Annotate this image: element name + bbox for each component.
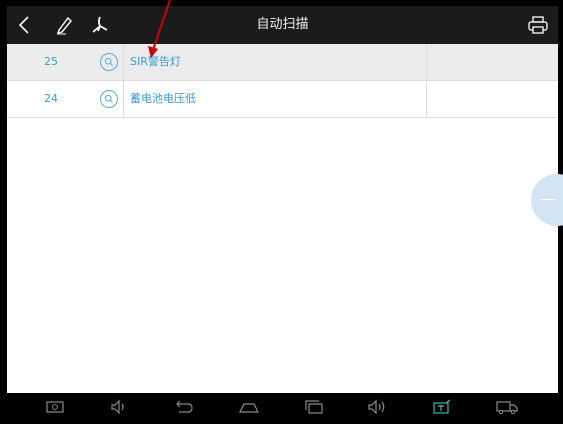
top-action-bar: 自动扫描: [7, 6, 558, 44]
pencil-icon: [56, 16, 72, 35]
column-divider: [426, 44, 427, 80]
dtc-description: 蓄电池电压低: [130, 92, 196, 105]
dtc-detail-button[interactable]: [100, 90, 118, 108]
recent-apps-icon: [305, 400, 323, 414]
screenshot-icon: [46, 401, 64, 413]
home-button[interactable]: [235, 396, 263, 418]
vehicle-button[interactable]: [493, 396, 521, 418]
volume-down-button[interactable]: [105, 396, 133, 418]
dtc-list: 25 SIR警告灯 24 蓄电池电压低: [7, 44, 558, 393]
annotation-arrow: [148, 0, 171, 58]
app-launcher-button[interactable]: [428, 396, 456, 418]
dtc-row[interactable]: 25 SIR警告灯: [7, 44, 558, 81]
dtc-row[interactable]: 24 蓄电池电压低: [7, 81, 558, 118]
printer-icon: [528, 16, 548, 34]
magnifier-icon: [104, 94, 113, 103]
home-icon: [239, 403, 259, 413]
pdf-icon: [92, 16, 108, 33]
column-divider: [426, 81, 427, 117]
dtc-code: 25: [44, 55, 58, 68]
back-nav-button[interactable]: [170, 396, 198, 418]
screenshot-button[interactable]: [41, 396, 69, 418]
app-launcher-icon: [433, 399, 451, 414]
column-divider: [123, 81, 124, 117]
volume-up-button[interactable]: [363, 396, 391, 418]
device-frame: 自动扫描 25 SIR警告灯 24 蓄电池电压低: [0, 0, 563, 424]
edit-button[interactable]: [49, 10, 79, 40]
system-navigation-bar: [7, 393, 558, 420]
recent-apps-button[interactable]: [300, 396, 328, 418]
back-icon: [176, 400, 193, 413]
handle-line: [540, 199, 556, 200]
column-divider: [123, 44, 124, 80]
volume-down-icon: [111, 399, 124, 415]
truck-icon: [496, 401, 518, 415]
magnifier-icon: [104, 57, 113, 66]
volume-up-icon: [368, 399, 385, 415]
print-button[interactable]: [523, 10, 553, 40]
back-button[interactable]: [9, 10, 39, 40]
dtc-code: 24: [44, 92, 58, 105]
pdf-button[interactable]: [85, 10, 115, 40]
dtc-detail-button[interactable]: [100, 53, 118, 71]
chevron-left-icon: [18, 16, 29, 34]
